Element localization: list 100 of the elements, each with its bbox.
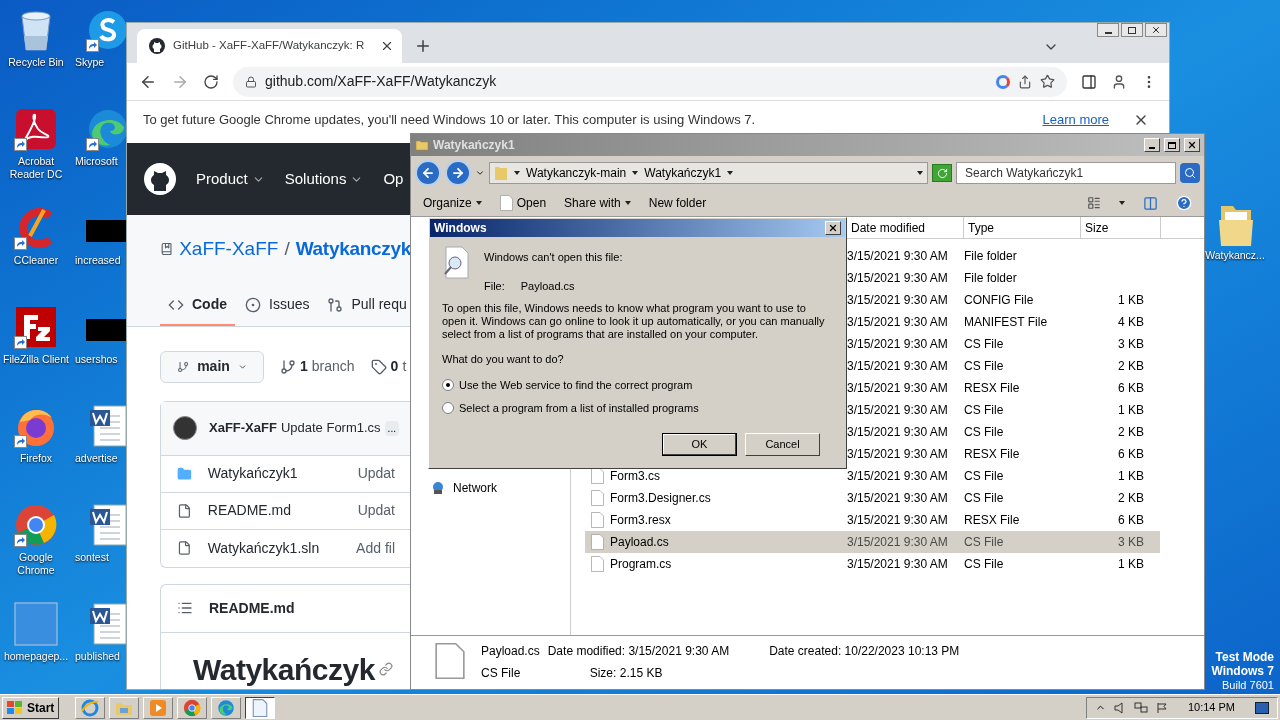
share-icon[interactable]: [1018, 74, 1032, 89]
desktop-icon-label[interactable]: Firefox: [1, 452, 71, 465]
desktop-icon-label[interactable]: Skype: [75, 56, 105, 69]
github-logo-icon: [149, 38, 165, 54]
maximize-button[interactable]: [1164, 138, 1180, 152]
github-logo-icon: [144, 163, 176, 195]
speaker-icon[interactable]: [1113, 701, 1126, 714]
folder-icon: [177, 465, 192, 482]
nav-item[interactable]: Network: [431, 479, 570, 497]
branch-button[interactable]: main: [160, 350, 264, 383]
tags-link[interactable]: 0 t: [370, 356, 407, 377]
file-name: Payload.cs: [610, 534, 669, 551]
learn-more-link[interactable]: Learn more: [1042, 110, 1109, 130]
radio-option[interactable]: Use the Web service to find the correct program: [442, 376, 833, 393]
outline-icon[interactable]: [177, 600, 193, 616]
nav-menu[interactable]: Solutions: [284, 167, 364, 191]
forward-button[interactable]: [445, 160, 471, 186]
view-options-icon[interactable]: [1087, 196, 1101, 210]
media-player-icon[interactable]: [143, 696, 174, 719]
desktop-icon-label[interactable]: advertise: [75, 452, 118, 465]
bookmark-star-icon[interactable]: [1040, 74, 1055, 89]
type-cell-text: File folder: [964, 248, 1018, 265]
back-button[interactable]: [415, 160, 441, 186]
column-header[interactable]: Size: [1081, 217, 1161, 238]
desktop-icon-label[interactable]: increased: [75, 254, 121, 267]
folder-icon[interactable]: [109, 696, 140, 719]
file-row[interactable]: Watykańczyk1.sln Add fil: [161, 529, 411, 567]
desktop-icon-label[interactable]: sontest: [75, 551, 109, 564]
flag-icon[interactable]: [1155, 701, 1168, 714]
toolbar-button[interactable]: Share with: [564, 194, 631, 212]
more-button[interactable]: ...: [384, 420, 399, 436]
show-desktop-button[interactable]: [1255, 701, 1269, 714]
file-name: Program.cs: [610, 556, 672, 573]
profile-icon[interactable]: [1111, 73, 1127, 90]
desktop-icon-label[interactable]: CCleaner: [1, 254, 71, 267]
desktop-icon-label[interactable]: FileZilla Client: [1, 353, 71, 366]
browser-tab[interactable]: GitHub - XaFF-XaFF/Watykanczyk: R: [137, 29, 403, 63]
file-row[interactable]: Form3.resx 3/15/2021 9:30 AM RESX File 6 KB: [585, 509, 1160, 531]
radio-option[interactable]: Select a program from a list of installed programs: [442, 400, 833, 417]
file-row[interactable]: Payload.cs 3/15/2021 9:30 AM CS File 3 KB: [585, 531, 1160, 553]
desktop-icon-label[interactable]: homepagep...: [1, 650, 71, 663]
search-field[interactable]: Search Watykańczyk1: [956, 162, 1176, 184]
browser-globe-icon[interactable]: [75, 696, 106, 719]
search-button[interactable]: [1180, 163, 1200, 183]
start-button[interactable]: Start: [2, 696, 60, 719]
branches-link[interactable]: 1 branch: [280, 356, 355, 377]
minimize-button[interactable]: [1097, 23, 1119, 37]
desktop-icon-label[interactable]: Watykancz...: [1205, 248, 1265, 264]
edge-icon[interactable]: [211, 696, 242, 719]
date-cell-text: 3/15/2021 9:30 AM: [847, 490, 949, 507]
desktop-icon-label[interactable]: Recycle Bin: [1, 56, 71, 69]
caret-icon: [514, 170, 520, 176]
side-panel-icon[interactable]: [1081, 73, 1097, 90]
file-row[interactable]: Program.cs 3/15/2021 9:30 AM CS File 1 KB: [585, 553, 1160, 575]
repo-link[interactable]: Watykanczyk: [295, 235, 411, 264]
toolbar-button[interactable]: Organize: [423, 194, 482, 212]
preview-pane-icon[interactable]: [1143, 195, 1158, 211]
nav-menu[interactable]: Product: [196, 167, 265, 191]
caret-icon: [727, 170, 734, 176]
dialog-button[interactable]: OK: [662, 432, 737, 456]
file-row[interactable]: Form3.Designer.cs 3/15/2021 9:30 AM CS File 2 KB: [585, 487, 1160, 509]
help-icon[interactable]: [1176, 195, 1192, 211]
history-dropdown-icon[interactable]: [475, 168, 485, 178]
document-icon[interactable]: [245, 696, 276, 719]
desktop-icon-label[interactable]: usershos: [75, 353, 118, 366]
size-cell-text: 1 KB: [1117, 556, 1144, 573]
nav-menu[interactable]: Op: [383, 167, 404, 191]
refresh-button[interactable]: [932, 164, 952, 182]
restore-button[interactable]: [1121, 23, 1143, 37]
close-button[interactable]: [1145, 23, 1167, 37]
commit-message[interactable]: Update Form1.cs: [280, 418, 381, 438]
desktop-icon-label[interactable]: Google Chrome: [1, 551, 71, 577]
type-cell-text: RESX File: [964, 446, 1021, 463]
owner-link[interactable]: XaFF-XaFF: [179, 235, 279, 264]
breadcrumb-item[interactable]: Watykańczyk1: [644, 164, 722, 182]
repo-icon: [160, 241, 174, 258]
radio-button[interactable]: [442, 402, 454, 415]
file-name: Watykańczyk1: [207, 464, 299, 483]
desktop-icon-label[interactable]: Microsoft: [75, 155, 118, 168]
repo-tab[interactable]: Code: [160, 285, 235, 326]
google-icon[interactable]: [996, 74, 1010, 89]
reload-icon[interactable]: [203, 73, 219, 90]
address-bar[interactable]: github.com/XaFF-XaFF/Watykanczyk: [233, 66, 1067, 97]
clock[interactable]: 10:14 PM: [1187, 699, 1235, 716]
radio-button[interactable]: [442, 378, 454, 391]
toolbar-button[interactable]: Open: [499, 194, 547, 212]
address-field[interactable]: Watykanczyk-main Watykańczyk1: [489, 162, 928, 184]
dialog-button[interactable]: Cancel: [745, 432, 820, 456]
anchor-link-icon[interactable]: [378, 662, 393, 676]
column-header[interactable]: Type: [964, 217, 1081, 238]
breadcrumb-item[interactable]: Watykanczyk-main: [526, 164, 627, 182]
repo-tab[interactable]: Issues: [237, 285, 318, 326]
toolbar-button[interactable]: New folder: [648, 194, 707, 212]
repo-tab[interactable]: Pull requ: [319, 285, 411, 326]
info-message: To get future Google Chrome updates, you'll need Windows 10 or later. This computer is using Windows 7.: [143, 111, 757, 130]
commit-author[interactable]: XaFF-XaFF: [209, 418, 277, 438]
network-icon[interactable]: [1133, 701, 1148, 714]
desktop-icon-label[interactable]: Acrobat Reader DC: [1, 155, 71, 181]
chrome-icon[interactable]: [177, 696, 208, 719]
file-row[interactable]: Form3.cs 3/15/2021 9:30 AM CS File 1 KB: [585, 465, 1160, 487]
